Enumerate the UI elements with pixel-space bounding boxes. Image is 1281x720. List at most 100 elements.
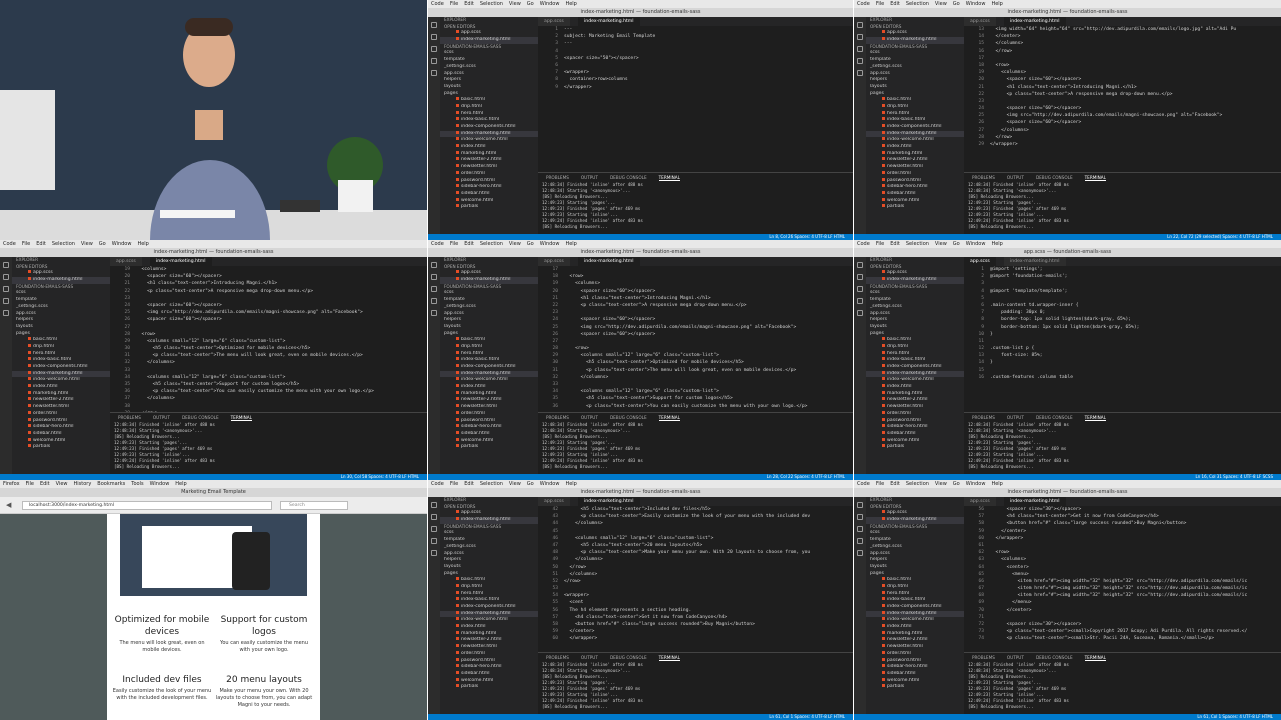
panel-tabs[interactable]: PROBLEMS OUTPUT DEBUG CONSOLE TERMINAL bbox=[538, 653, 853, 662]
git-icon[interactable] bbox=[431, 286, 437, 292]
file-item[interactable]: hero.html bbox=[866, 351, 964, 358]
git-icon[interactable] bbox=[431, 46, 437, 52]
file-item[interactable]: newsletter.html bbox=[866, 164, 964, 171]
file-item[interactable]: order.html bbox=[866, 651, 964, 658]
file-item[interactable]: index-components.html bbox=[440, 364, 538, 371]
menu-selection[interactable]: Selection bbox=[906, 481, 929, 487]
terminal-panel[interactable]: PROBLEMS OUTPUT DEBUG CONSOLE TERMINAL 12:48… bbox=[110, 412, 427, 474]
terminal-panel[interactable]: PROBLEMS OUTPUT DEBUG CONSOLE TERMINAL 12:48… bbox=[964, 172, 1281, 234]
debug-icon[interactable] bbox=[431, 538, 437, 544]
search-icon[interactable] bbox=[3, 274, 9, 280]
file-item[interactable]: basic.html bbox=[866, 337, 964, 344]
menu-go[interactable]: Go bbox=[527, 1, 534, 7]
terminal-panel[interactable]: PROBLEMS OUTPUT DEBUG CONSOLE TERMINAL 12:48… bbox=[964, 652, 1281, 714]
file-item[interactable]: welcome.html bbox=[866, 678, 964, 685]
folder-item[interactable]: app.scss bbox=[866, 311, 964, 318]
menu-code[interactable]: Code bbox=[431, 1, 444, 7]
panel-tab-output[interactable]: OUTPUT bbox=[153, 415, 170, 420]
file-item[interactable]: index-components.html bbox=[12, 364, 110, 371]
panel-tab-output[interactable]: OUTPUT bbox=[581, 175, 598, 180]
file-item[interactable]: basic.html bbox=[440, 97, 538, 104]
terminal-panel[interactable]: PROBLEMS OUTPUT DEBUG CONSOLE TERMINAL 12:48… bbox=[538, 412, 853, 474]
tab-index-marketing[interactable]: index-marketing.html bbox=[578, 257, 640, 266]
file-item[interactable]: marketing.html bbox=[866, 631, 964, 638]
menu-selection[interactable]: Selection bbox=[480, 481, 503, 487]
activity-bar[interactable] bbox=[428, 17, 440, 234]
file-item[interactable]: index.html bbox=[866, 384, 964, 391]
terminal-panel[interactable]: PROBLEMS OUTPUT DEBUG CONSOLE TERMINAL 12:48… bbox=[538, 172, 853, 234]
back-icon[interactable]: ◀ bbox=[6, 501, 11, 509]
menu-edit[interactable]: Edit bbox=[464, 241, 474, 247]
open-editors-header[interactable]: OPEN EDITORS bbox=[866, 504, 964, 511]
menu-code[interactable]: Code bbox=[857, 1, 870, 7]
extensions-icon[interactable] bbox=[3, 310, 9, 316]
file-item[interactable]: sidebar-hero.html bbox=[440, 184, 538, 191]
file-item[interactable]: drip.html bbox=[12, 344, 110, 351]
folder-item[interactable]: template bbox=[866, 57, 964, 64]
open-editor-item[interactable]: index-marketing.html bbox=[866, 277, 964, 284]
file-item[interactable]: welcome.html bbox=[440, 198, 538, 205]
open-editors-header[interactable]: OPEN EDITORS bbox=[866, 264, 964, 271]
tab-app-scss[interactable]: app.scss bbox=[964, 497, 996, 506]
file-item[interactable]: welcome.html bbox=[866, 198, 964, 205]
file-item[interactable]: order.html bbox=[12, 411, 110, 418]
extensions-icon[interactable] bbox=[431, 70, 437, 76]
file-item[interactable]: sidebar.html bbox=[440, 191, 538, 198]
folder-item[interactable]: template bbox=[866, 297, 964, 304]
folder-item[interactable]: scss bbox=[12, 290, 110, 297]
menu-go[interactable]: Go bbox=[99, 241, 106, 247]
menu-go[interactable]: Go bbox=[953, 1, 960, 7]
code-editor[interactable]: 17 18 <row> 19 <columns> 20 <spacer size="6… bbox=[538, 266, 853, 412]
files-icon[interactable] bbox=[857, 262, 863, 268]
menu-view[interactable]: View bbox=[935, 241, 947, 247]
panel-tab-output[interactable]: OUTPUT bbox=[581, 415, 598, 420]
menu-edit[interactable]: Edit bbox=[890, 481, 900, 487]
folder-item[interactable]: pages bbox=[440, 91, 538, 98]
panel-tab-terminal[interactable]: TERMINAL bbox=[1084, 175, 1106, 181]
code-editor[interactable]: 56 <spacer size="30"></spacer> 57 <h4 cla… bbox=[964, 506, 1281, 652]
folder-item[interactable]: pages bbox=[866, 331, 964, 338]
activity-bar[interactable] bbox=[428, 497, 440, 714]
project-header[interactable]: FOUNDATION-EMAILS-SASS bbox=[440, 44, 538, 51]
search-icon[interactable] bbox=[431, 514, 437, 520]
git-icon[interactable] bbox=[431, 526, 437, 532]
menu-window[interactable]: Window bbox=[540, 1, 560, 7]
panel-tabs[interactable]: PROBLEMS OUTPUT DEBUG CONSOLE TERMINAL bbox=[964, 173, 1281, 182]
folder-item[interactable]: scss bbox=[866, 290, 964, 297]
panel-tabs[interactable]: PROBLEMS OUTPUT DEBUG CONSOLE TERMINAL bbox=[538, 413, 853, 422]
editor-tabs[interactable]: app.scss index-marketing.html bbox=[538, 257, 853, 266]
file-item[interactable]: index.html bbox=[440, 384, 538, 391]
menu-window[interactable]: Window bbox=[540, 481, 560, 487]
menu-view[interactable]: View bbox=[81, 241, 93, 247]
file-item[interactable]: index-basic.html bbox=[440, 597, 538, 604]
open-editor-item[interactable]: app.scss bbox=[866, 510, 964, 517]
file-item[interactable]: password.html bbox=[440, 418, 538, 425]
menu-selection[interactable]: Selection bbox=[480, 1, 503, 7]
project-header[interactable]: FOUNDATION-EMAILS-SASS bbox=[866, 284, 964, 291]
panel-tab-terminal[interactable]: TERMINAL bbox=[1084, 415, 1106, 421]
tab-app-scss[interactable]: app.scss bbox=[964, 257, 996, 266]
folder-item[interactable]: template bbox=[866, 537, 964, 544]
folder-item[interactable]: pages bbox=[440, 331, 538, 338]
menu-help[interactable]: Help bbox=[565, 481, 576, 487]
menu-window[interactable]: Window bbox=[150, 481, 170, 487]
explorer-sidebar[interactable]: EXPLORER OPEN EDITORS app.scss index-market… bbox=[440, 17, 538, 234]
folder-item[interactable]: scss bbox=[866, 530, 964, 537]
extensions-icon[interactable] bbox=[431, 310, 437, 316]
code-editor[interactable]: 1 @import 'settings'; 2 @import 'foundation… bbox=[964, 266, 1281, 412]
open-editor-item[interactable]: app.scss bbox=[440, 270, 538, 277]
menu-code[interactable]: Code bbox=[431, 481, 444, 487]
menu-help[interactable]: Help bbox=[565, 241, 576, 247]
menu-firefox[interactable]: Firefox bbox=[3, 481, 20, 487]
panel-tabs[interactable]: PROBLEMS OUTPUT DEBUG CONSOLE TERMINAL bbox=[964, 413, 1281, 422]
project-header[interactable]: FOUNDATION-EMAILS-SASS bbox=[866, 524, 964, 531]
file-item[interactable]: basic.html bbox=[440, 337, 538, 344]
open-editor-item[interactable]: index-marketing.html bbox=[440, 37, 538, 44]
open-editor-item[interactable]: index-marketing.html bbox=[866, 37, 964, 44]
search-icon[interactable] bbox=[857, 514, 863, 520]
project-header[interactable]: FOUNDATION-EMAILS-SASS bbox=[866, 44, 964, 51]
file-item[interactable]: newsletter.html bbox=[866, 404, 964, 411]
menu-edit[interactable]: Edit bbox=[464, 481, 474, 487]
file-item[interactable]: drip.html bbox=[866, 344, 964, 351]
files-icon[interactable] bbox=[857, 22, 863, 28]
